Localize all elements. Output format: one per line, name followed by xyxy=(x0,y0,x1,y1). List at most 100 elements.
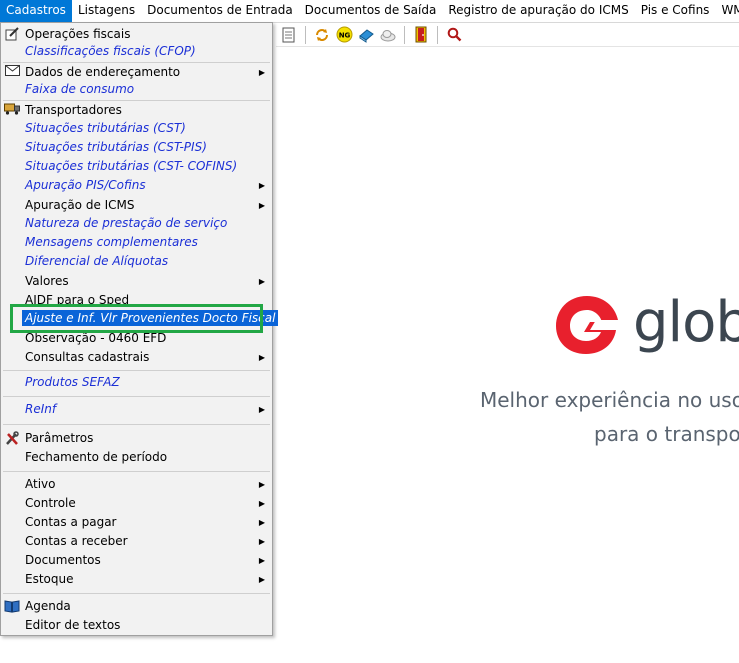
menu-item-label: Fechamento de período xyxy=(25,450,168,464)
menu-item-cst-cofins[interactable]: Situações tributárias (CST- COFINS) xyxy=(1,157,272,176)
menu-item-valores[interactable]: Valores ▶ xyxy=(1,272,272,291)
menu-item-label: Ajuste e Inf. Vlr Provenientes Docto Fis… xyxy=(22,310,279,326)
menu-separator xyxy=(3,370,270,371)
books-icon[interactable] xyxy=(357,26,375,44)
menu-pis-cofins[interactable]: Pis e Cofins xyxy=(635,0,716,22)
menu-documentos-saida[interactable]: Documentos de Saída xyxy=(299,0,443,22)
logo-text: glob xyxy=(633,290,739,355)
menu-listagens[interactable]: Listagens xyxy=(72,0,141,22)
svg-text:NG: NG xyxy=(338,32,350,40)
menu-item-controle[interactable]: Controle ▶ xyxy=(1,494,272,513)
logo-mark-icon xyxy=(556,296,618,354)
submenu-arrow-icon: ▶ xyxy=(258,518,265,527)
menu-item-natureza-prestacao[interactable]: Natureza de prestação de serviço xyxy=(1,214,272,233)
menu-cadastros[interactable]: Cadastros xyxy=(0,0,72,22)
menu-item-contas-pagar[interactable]: Contas a pagar ▶ xyxy=(1,513,272,532)
submenu-arrow-icon: ▶ xyxy=(258,537,265,546)
menu-item-label: AIDF para o Sped xyxy=(25,293,130,307)
menu-item-consultas-cadastrais[interactable]: Consultas cadastrais ▶ xyxy=(1,348,272,367)
menu-item-apuracao-icms[interactable]: Apuração de ICMS ▶ xyxy=(1,196,272,215)
menu-separator xyxy=(3,471,270,472)
menu-item-agenda[interactable]: Agenda xyxy=(1,597,272,616)
menu-separator xyxy=(3,396,270,397)
document-icon[interactable] xyxy=(280,26,298,44)
toolbar-separator xyxy=(437,25,438,44)
menu-item-label: Classificações fiscais (CFOP) xyxy=(25,44,196,58)
menu-item-label: Contas a pagar xyxy=(25,515,117,529)
menu-item-contas-receber[interactable]: Contas a receber ▶ xyxy=(1,532,272,551)
menu-item-label: Situações tributárias (CST-PIS) xyxy=(25,140,207,154)
menu-item-estoque[interactable]: Estoque ▶ xyxy=(1,570,272,589)
menu-item-label: Observação - 0460 EFD xyxy=(25,331,167,345)
submenu-arrow-icon: ▶ xyxy=(258,499,265,508)
menu-item-aidf-sped[interactable]: AIDF para o Sped xyxy=(1,291,272,310)
menu-item-label: Transportadores xyxy=(25,103,122,117)
menu-item-label: Controle xyxy=(25,496,76,510)
menu-separator xyxy=(3,593,270,594)
submenu-arrow-icon: ▶ xyxy=(258,575,265,584)
menu-item-label: Editor de textos xyxy=(25,618,121,632)
refresh-icon[interactable] xyxy=(313,26,331,44)
menu-item-mensagens-complementares[interactable]: Mensagens complementares xyxy=(1,233,272,252)
menu-item-label: Faixa de consumo xyxy=(25,82,135,96)
submenu-arrow-icon: ▶ xyxy=(258,556,265,565)
menu-item-faixa-consumo[interactable]: Faixa de consumo xyxy=(1,80,272,99)
menu-separator xyxy=(3,424,270,425)
menu-item-label: Diferencial de Alíquotas xyxy=(25,254,169,268)
truck-icon xyxy=(4,103,20,118)
menu-item-label: Mensagens complementares xyxy=(25,235,198,249)
menu-wms-controle[interactable]: WMS - Controle xyxy=(715,0,739,22)
menu-item-label: Contas a receber xyxy=(25,534,128,548)
menu-item-cfop[interactable]: Classificações fiscais (CFOP) xyxy=(1,42,272,61)
cloud-icon[interactable] xyxy=(379,26,397,44)
menu-item-reinf[interactable]: ReInf ▶ xyxy=(1,400,272,419)
menu-item-editor-textos[interactable]: Editor de textos xyxy=(1,616,272,635)
menu-item-produtos-sefaz[interactable]: Produtos SEFAZ xyxy=(1,373,272,392)
menu-bar: Cadastros Listagens Documentos de Entrad… xyxy=(0,0,739,23)
tools-icon xyxy=(4,431,20,446)
tagline-line-1: Melhor experiência no uso xyxy=(480,388,739,412)
menu-item-ativo[interactable]: Ativo ▶ xyxy=(1,475,272,494)
menu-item-label: Ativo xyxy=(25,477,56,491)
submenu-arrow-icon: ▶ xyxy=(258,201,265,210)
menu-item-label: Estoque xyxy=(25,572,74,586)
search-icon[interactable] xyxy=(445,26,463,44)
menu-item-label: Documentos xyxy=(25,553,101,567)
menu-item-label: Apuração PIS/Cofins xyxy=(25,178,146,192)
menu-documentos-entrada[interactable]: Documentos de Entrada xyxy=(141,0,299,22)
toolbar-separator xyxy=(404,25,405,44)
menu-item-cst[interactable]: Situações tributárias (CST) xyxy=(1,119,272,138)
menu-item-label: Natureza de prestação de serviço xyxy=(25,216,228,230)
menu-item-label: Parâmetros xyxy=(25,431,94,445)
menu-item-ajuste-inf-vlr[interactable]: Ajuste e Inf. Vlr Provenientes Docto Fis… xyxy=(1,309,279,328)
toolbar: NG xyxy=(276,23,739,47)
exit-door-icon[interactable] xyxy=(412,26,430,44)
menu-item-label: Produtos SEFAZ xyxy=(25,375,120,389)
submenu-arrow-icon: ▶ xyxy=(258,181,265,190)
menu-item-cst-pis[interactable]: Situações tributárias (CST-PIS) xyxy=(1,138,272,157)
menu-item-label: Agenda xyxy=(25,599,71,613)
ng-icon[interactable]: NG xyxy=(335,26,353,44)
menu-item-label: Valores xyxy=(25,274,69,288)
menu-item-label: Situações tributárias (CST- COFINS) xyxy=(25,159,238,173)
menu-item-apuracao-pis-cofins[interactable]: Apuração PIS/Cofins ▶ xyxy=(1,176,272,195)
submenu-arrow-icon: ▶ xyxy=(258,277,265,286)
cadastros-dropdown-menu: Operações fiscais Classificações fiscais… xyxy=(0,22,279,636)
menu-item-label: Situações tributárias (CST) xyxy=(25,121,186,135)
toolbar-separator xyxy=(305,25,306,44)
menu-item-diferencial-aliquotas[interactable]: Diferencial de Alíquotas xyxy=(1,252,272,271)
submenu-arrow-icon: ▶ xyxy=(258,353,265,362)
tagline-line-2: para o transpo xyxy=(594,422,739,446)
menu-item-documentos[interactable]: Documentos ▶ xyxy=(1,551,272,570)
menu-item-parametros[interactable]: Parâmetros xyxy=(1,429,272,448)
menu-item-fechamento-periodo[interactable]: Fechamento de período xyxy=(1,448,272,467)
book-icon xyxy=(4,599,20,614)
pencil-doc-icon xyxy=(4,27,20,42)
menu-item-label: ReInf xyxy=(25,402,57,416)
submenu-arrow-icon: ▶ xyxy=(258,405,265,414)
menu-registro-apuracao-icms[interactable]: Registro de apuração do ICMS xyxy=(442,0,634,22)
menu-item-observacao-0460[interactable]: Observação - 0460 EFD xyxy=(1,329,272,348)
envelope-icon xyxy=(4,65,20,80)
menu-item-transportadores[interactable]: Transportadores xyxy=(1,101,272,120)
menu-item-label: Consultas cadastrais xyxy=(25,350,150,364)
